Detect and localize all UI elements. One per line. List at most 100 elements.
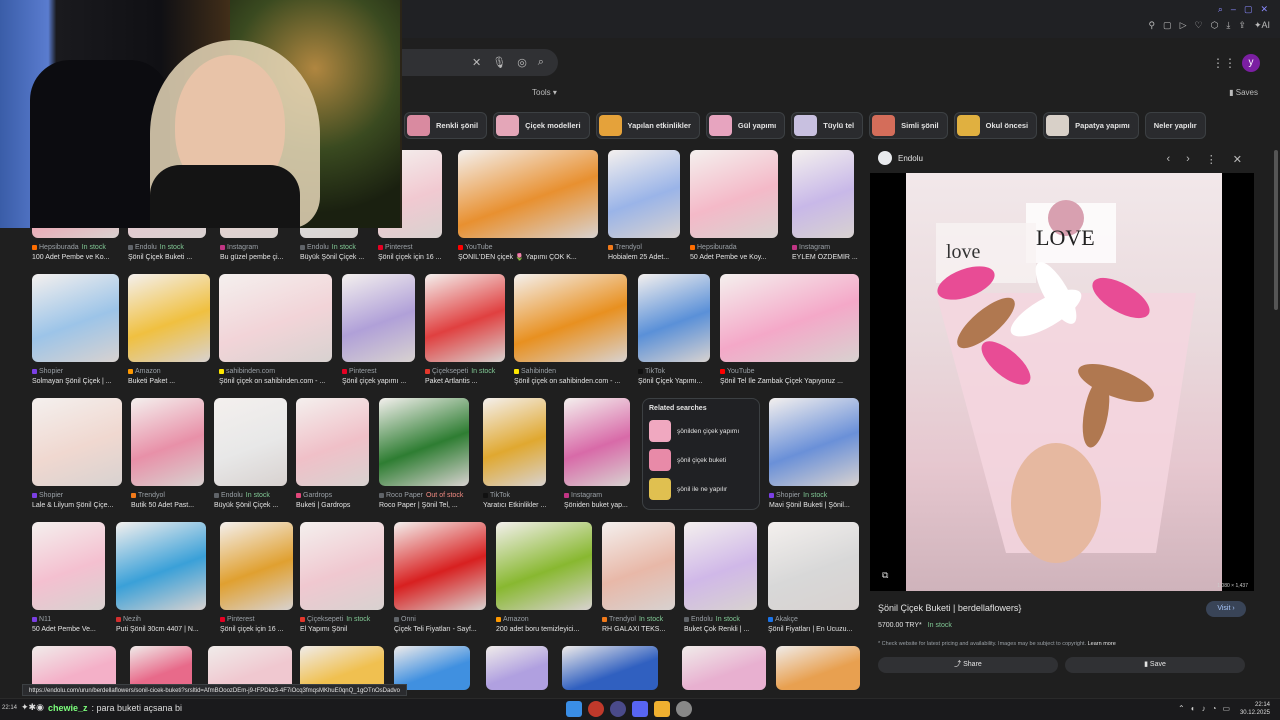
next-icon[interactable]: ›	[1186, 153, 1190, 166]
share-button[interactable]: ⤴ Share	[878, 657, 1058, 673]
result-thumbnail[interactable]	[296, 398, 369, 486]
cube-icon[interactable]: ⬡	[1211, 20, 1219, 31]
result-caption[interactable]: Endolu In stock Büyük Şönil Çiçek ...	[214, 491, 295, 511]
result-thumbnail[interactable]	[32, 522, 105, 610]
result-caption[interactable]: Instagram Şöniden buket yap...	[564, 491, 638, 511]
result-caption[interactable]: Hepsiburada In stock 100 Adet Pembe ve Ko.…	[32, 243, 127, 263]
result-caption[interactable]: YouTube ŞÖNİL'DEN çiçek 🌷 Yapımı ÇOK K...	[458, 243, 606, 263]
result-thumbnail[interactable]	[486, 646, 548, 690]
result-thumbnail[interactable]	[342, 274, 415, 362]
chip-7[interactable]: Papatya yapımı	[1043, 112, 1139, 139]
maximize-icon[interactable]: ▢	[1244, 4, 1253, 15]
pin-icon[interactable]: ⚲	[1148, 20, 1155, 31]
result-caption[interactable]: Trendyol Butik 50 Adet Past...	[131, 491, 212, 511]
result-thumbnail[interactable]	[219, 274, 332, 362]
lens-icon[interactable]: ⧉	[882, 570, 888, 581]
result-caption[interactable]: Shopier In stock Mavi Şönil Buketi | Şönil…	[769, 491, 867, 511]
result-thumbnail[interactable]	[496, 522, 592, 610]
result-thumbnail[interactable]	[792, 150, 854, 238]
play-icon[interactable]: ▷	[1180, 20, 1187, 31]
result-caption[interactable]: Akakçe Şönil Fiyatları | En Ucuzu...	[768, 615, 867, 635]
result-thumbnail[interactable]	[128, 274, 210, 362]
result-thumbnail[interactable]	[638, 274, 710, 362]
chip-1[interactable]: Çiçek modelleri	[493, 112, 590, 139]
camera-icon[interactable]: ◎	[517, 56, 527, 69]
result-caption[interactable]: YouTube Şönil Tel İle Zambak Çiçek Yapıyo…	[720, 367, 867, 387]
related-search-item[interactable]: şönilden çiçek yapımı	[649, 420, 753, 442]
result-thumbnail[interactable]	[300, 522, 384, 610]
visit-button[interactable]: Visit ›	[1206, 601, 1246, 617]
result-caption[interactable]: Çiçeksepeti In stock Paket Artlantis ...	[425, 367, 513, 387]
result-caption[interactable]: TikTok Şönil Çiçek Yapımı...	[638, 367, 718, 387]
result-thumbnail[interactable]	[768, 522, 859, 610]
result-caption[interactable]: Endolu In stock Şönil Çiçek Buketi ...	[128, 243, 214, 263]
tools-button[interactable]: Tools ▾	[532, 88, 557, 97]
result-thumbnail[interactable]	[116, 522, 206, 610]
result-caption[interactable]: N11 50 Adet Pembe Ve...	[32, 615, 113, 635]
close-icon[interactable]: ✕	[1260, 4, 1268, 15]
chip-6[interactable]: Okul öncesi	[953, 112, 1038, 139]
minimize-icon[interactable]: –	[1231, 4, 1236, 15]
discord-icon[interactable]	[632, 701, 648, 717]
avatar[interactable]: y	[1242, 54, 1260, 72]
result-thumbnail[interactable]	[425, 274, 505, 362]
search-icon[interactable]: ⌕	[1218, 4, 1223, 15]
result-caption[interactable]: Instagram Bu güzel pembe çi...	[220, 243, 286, 263]
result-thumbnail[interactable]	[769, 398, 859, 486]
start-icon[interactable]	[566, 701, 582, 717]
chip-0[interactable]: Renkli şönil	[404, 112, 488, 139]
result-thumbnail[interactable]	[562, 646, 658, 690]
opera-icon[interactable]	[588, 701, 604, 717]
result-caption[interactable]: Endolu In stock Büyük Şönil Çiçek ...	[300, 243, 366, 263]
chip-5[interactable]: Simli şönil	[869, 112, 948, 139]
window-controls[interactable]: ⌕ – ▢ ✕	[1218, 4, 1268, 15]
network-icon[interactable]: ◐	[1191, 704, 1196, 713]
share-icon[interactable]: ⇪	[1238, 20, 1246, 31]
browser-icon[interactable]	[610, 701, 626, 717]
result-caption[interactable]: Sahibinden Şönil çiçek on sahibinden.com …	[514, 367, 635, 387]
result-caption[interactable]: Gardrops Buketi | Gardrops	[296, 491, 377, 511]
result-caption[interactable]: Shopier Lale & Lilyum Şönil Çiçe...	[32, 491, 130, 511]
learn-more-link[interactable]: Learn more	[1088, 641, 1116, 647]
related-search-item[interactable]: şönil ile ne yapılır	[649, 478, 753, 500]
result-thumbnail[interactable]	[394, 522, 486, 610]
download-icon[interactable]: ⤓	[1226, 20, 1230, 31]
result-caption[interactable]: Instagram EYLEM ÖZDEMİR ...	[792, 243, 862, 263]
save-button[interactable]: ▮ Save	[1065, 657, 1245, 673]
panel-source[interactable]: Endolu	[878, 151, 923, 165]
result-thumbnail[interactable]	[690, 150, 778, 238]
result-caption[interactable]: Nezih Puti Şönil 30cm 4407 | N...	[116, 615, 214, 635]
result-caption[interactable]: TikTok Yaratıcı Etkinlikler ...	[483, 491, 554, 511]
search-icon[interactable]: ⌕	[538, 56, 544, 69]
result-thumbnail[interactable]	[131, 398, 204, 486]
close-icon[interactable]: ✕	[1233, 153, 1242, 166]
result-thumbnail[interactable]	[720, 274, 859, 362]
obs-icon[interactable]	[676, 701, 692, 717]
result-caption[interactable]: Çiçeksepeti In stock El Yapımı Şönil	[300, 615, 392, 635]
related-search-item[interactable]: şönil çiçek buketi	[649, 449, 753, 471]
chip-3[interactable]: Gül yapımı	[705, 112, 786, 139]
result-thumbnail[interactable]	[682, 646, 766, 690]
volume-icon[interactable]: ♪	[1202, 704, 1206, 713]
clock[interactable]: 22:14 30.12.2025	[1240, 701, 1270, 717]
chip-2[interactable]: Yapılan etkinlikler	[595, 112, 700, 139]
result-caption[interactable]: Trendyol In stock RH GALAXİ TEKS...	[602, 615, 683, 635]
heart-icon[interactable]: ♡	[1194, 20, 1202, 31]
result-caption[interactable]: Hepsiburada 50 Adet Pembe ve Koy...	[690, 243, 786, 263]
apps-icon[interactable]: ⋮⋮	[1212, 56, 1236, 70]
tab-icon[interactable]: ▢	[1163, 20, 1172, 31]
result-thumbnail[interactable]	[32, 274, 119, 362]
result-caption[interactable]: Pinterest Şönil çiçek için 16 ...	[220, 615, 301, 635]
result-thumbnail[interactable]	[458, 150, 598, 238]
more-icon[interactable]: ⋮	[1206, 153, 1217, 166]
result-thumbnail[interactable]	[379, 398, 469, 486]
result-caption[interactable]: Pinterest Şönil çiçek yapımı ...	[342, 367, 423, 387]
result-thumbnail[interactable]	[564, 398, 630, 486]
result-thumbnail[interactable]	[608, 150, 680, 238]
result-caption[interactable]: Trendyol Hobialem 25 Adet...	[608, 243, 688, 263]
result-thumbnail[interactable]	[602, 522, 675, 610]
result-caption[interactable]: Amazon Buketi Paket ...	[128, 367, 218, 387]
ai-button[interactable]: ✦AI	[1254, 20, 1270, 31]
result-caption[interactable]: Roco Paper Out of stock Roco Paper | Şönil…	[379, 491, 477, 511]
result-thumbnail[interactable]	[220, 522, 293, 610]
